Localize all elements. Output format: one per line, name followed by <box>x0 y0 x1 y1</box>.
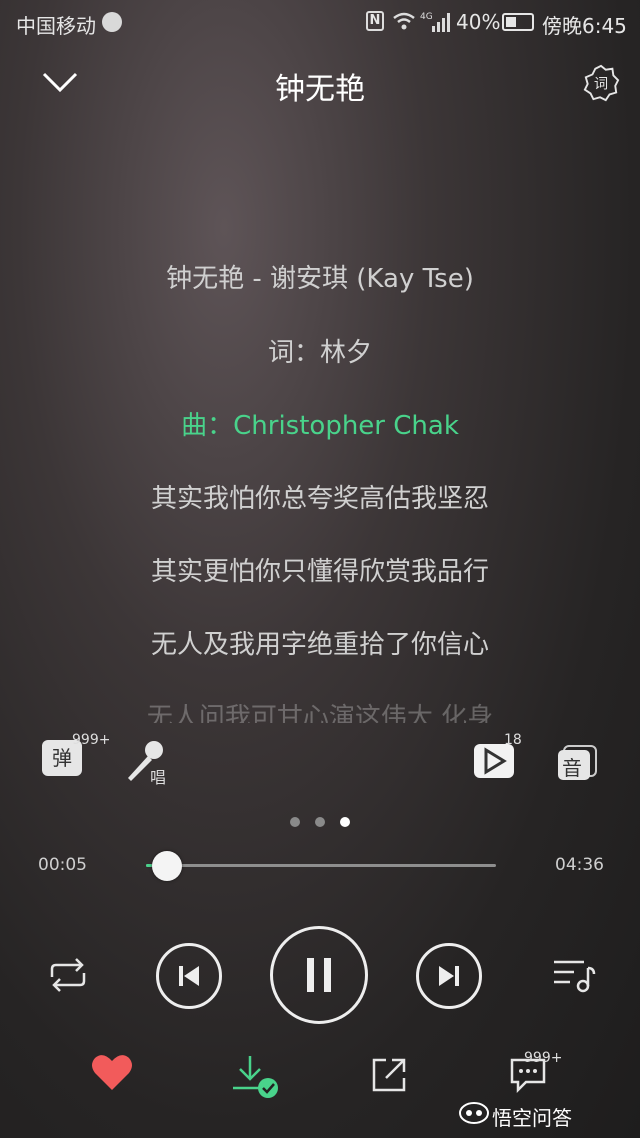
lyrics-setting-icon[interactable]: 词 <box>582 64 620 102</box>
lyric-line-current: 曲：Christopher Chak <box>181 411 459 441</box>
next-button[interactable] <box>416 943 482 1009</box>
sound-effect-label: 音 <box>562 756 582 780</box>
pause-icon <box>307 958 331 992</box>
karaoke-label: 唱 <box>150 768 167 787</box>
total-duration: 04:36 <box>555 855 604 875</box>
status-bar: 中国移动 N 4G 40% 傍晚6:45 <box>0 0 640 44</box>
signal-icon: 4G <box>420 12 450 32</box>
progress-thumb[interactable] <box>152 851 182 881</box>
progress-track[interactable] <box>146 864 496 867</box>
lyric-line: 钟无艳 - 谢安琪 (Kay Tse) <box>166 264 474 294</box>
lyric-line: 无人问我可甘心演这伟大 化身 <box>146 703 494 723</box>
wifi-icon <box>393 12 415 30</box>
video-button[interactable] <box>474 744 514 778</box>
wukong-logo-icon <box>459 1102 489 1124</box>
battery-icon <box>502 13 534 31</box>
skip-previous-icon <box>179 966 199 986</box>
lyric-line: 无人及我用字绝重拾了你信心 <box>150 630 489 660</box>
globe-icon <box>102 12 122 32</box>
skip-next-icon <box>439 966 459 986</box>
lyric-line: 其实我怕你总夸奖高估我坚忍 <box>150 484 489 514</box>
elapsed-time: 00:05 <box>38 855 87 875</box>
pager-dot-active[interactable] <box>340 817 350 827</box>
repeat-icon[interactable] <box>44 955 92 995</box>
lyric-line: 其实更怕你只懂得欣赏我品行 <box>150 557 489 587</box>
danmaku-count: 999+ <box>72 732 111 748</box>
previous-button[interactable] <box>156 943 222 1009</box>
download-icon[interactable] <box>230 1052 280 1100</box>
playlist-icon[interactable] <box>550 954 596 994</box>
share-icon[interactable] <box>370 1056 408 1094</box>
pager-dot[interactable] <box>315 817 325 827</box>
status-time: 傍晚6:45 <box>542 14 627 38</box>
network-type: 4G <box>420 12 433 22</box>
lyric-line: 词：林夕 <box>267 338 372 368</box>
carrier-name: 中国移动 <box>16 14 96 38</box>
sound-effect-button[interactable]: 音 <box>556 744 598 782</box>
watermark-text: 悟空问答 <box>492 1106 572 1130</box>
heart-icon[interactable] <box>90 1052 134 1092</box>
comment-count: 999+ <box>524 1050 563 1066</box>
svg-text:词: 词 <box>594 76 608 93</box>
battery-percent: 40% <box>456 10 501 34</box>
song-title: 钟无艳 <box>275 72 365 107</box>
video-count: 18 <box>504 732 522 748</box>
nfc-icon: N <box>366 11 384 31</box>
play-video-icon <box>484 747 507 775</box>
pager-dot[interactable] <box>290 817 300 827</box>
pause-button[interactable] <box>270 926 368 1024</box>
